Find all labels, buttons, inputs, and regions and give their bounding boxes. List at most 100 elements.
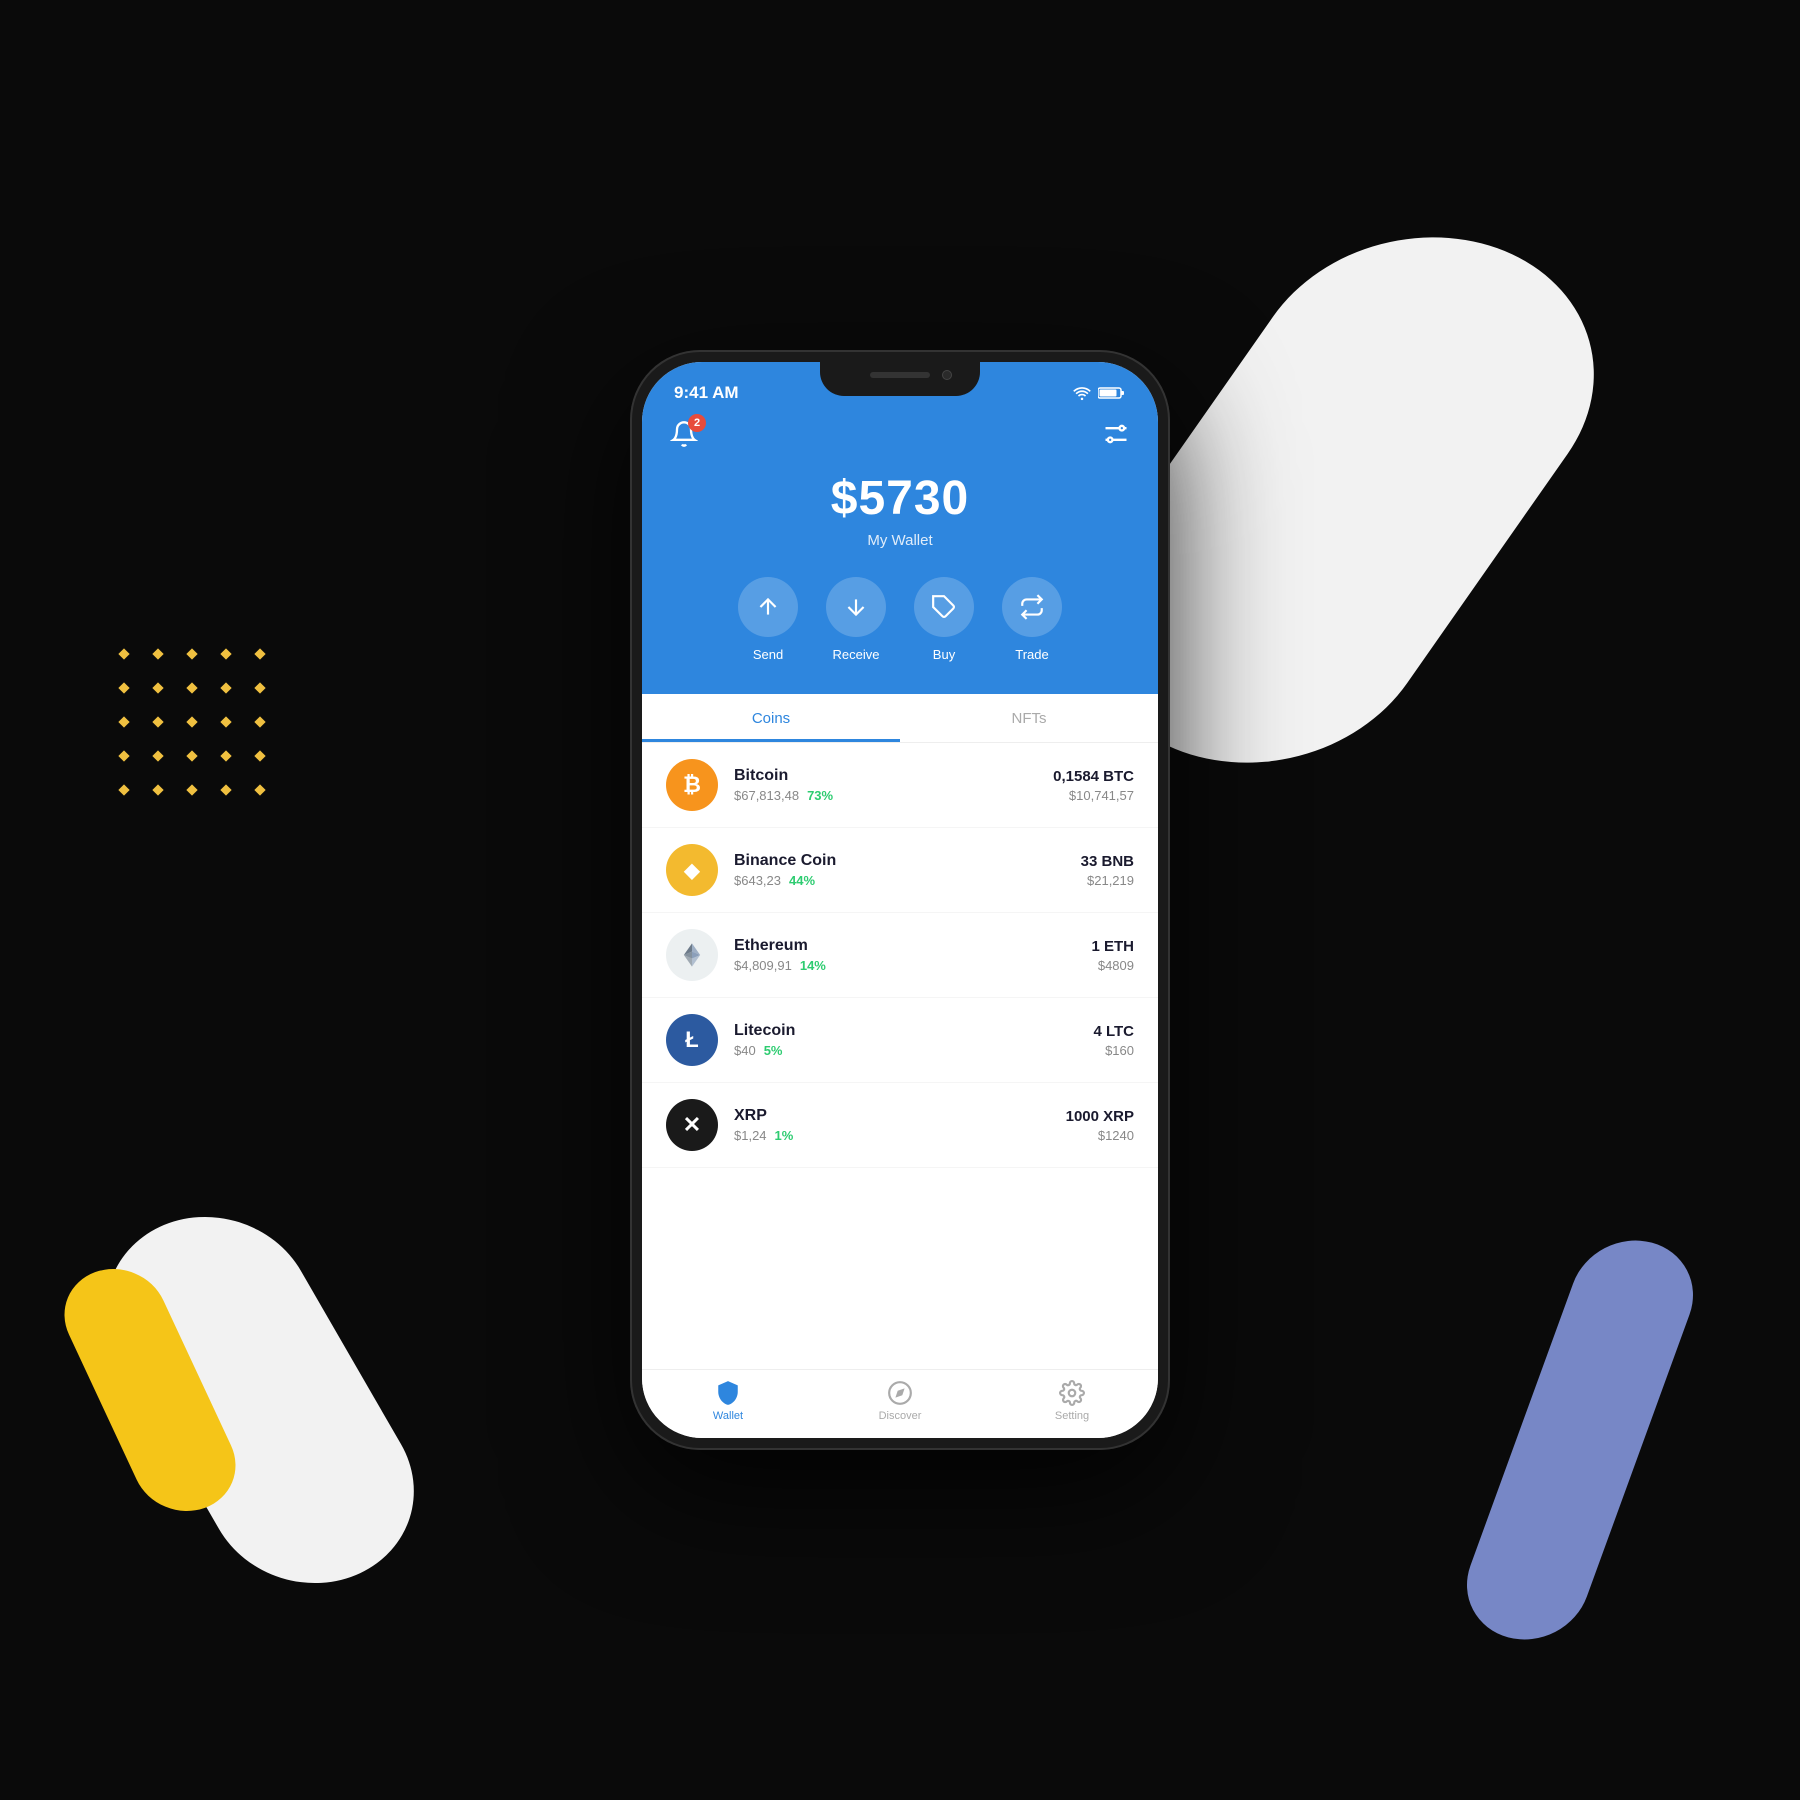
setting-nav-icon [1059,1380,1085,1406]
notch-speaker [870,372,930,378]
setting-nav-label: Setting [1055,1410,1089,1422]
receive-label: Receive [833,647,880,662]
xrp-info: XRP $1,24 1% [734,1107,1066,1143]
settings-button[interactable] [1102,420,1130,453]
ribbon-blue [1450,1227,1710,1653]
coin-item-bnb[interactable]: ◆ Binance Coin $643,23 44% 33 BNB $21,21… [642,828,1158,913]
btc-price-row: $67,813,48 73% [734,788,1053,803]
btc-pct: 73% [807,788,833,803]
xrp-icon: ✕ [666,1099,718,1151]
eth-icon [666,929,718,981]
dot-grid-decoration [120,650,276,806]
trade-icon [1019,594,1045,620]
wifi-icon [1072,385,1092,401]
coin-item-eth[interactable]: Ethereum $4,809,91 14% 1 ETH $4809 [642,913,1158,998]
xrp-balance: 1000 XRP $1240 [1066,1108,1134,1143]
wallet-nav-icon [715,1380,741,1406]
bnb-name: Binance Coin [734,852,1081,870]
nav-wallet[interactable]: Wallet [642,1380,814,1422]
ltc-pct: 5% [764,1043,783,1058]
phone-frame: 9:41 AM 2 [630,350,1170,1450]
bottom-nav: Wallet Discover Setting [642,1369,1158,1438]
btc-icon: ₿ [666,759,718,811]
receive-icon-circle [826,577,886,637]
bnb-price: $643,23 [734,873,781,888]
coin-list: ₿ Bitcoin $67,813,48 73% 0,1584 BTC $10,… [642,743,1158,1369]
send-button[interactable]: Send [738,577,798,662]
coin-item-ltc[interactable]: Ł Litecoin $40 5% 4 LTC $160 [642,998,1158,1083]
eth-info: Ethereum $4,809,91 14% [734,937,1091,973]
buy-icon [931,594,957,620]
header: 2 $5730 My Wallet [642,412,1158,694]
wallet-amount: $5730 [831,471,969,526]
ltc-icon: Ł [666,1014,718,1066]
send-icon-circle [738,577,798,637]
wallet-label: My Wallet [867,532,932,549]
eth-pct: 14% [800,958,826,973]
bnb-amount: 33 BNB [1081,853,1134,870]
ltc-amount: 4 LTC [1093,1023,1134,1040]
nav-setting[interactable]: Setting [986,1380,1158,1422]
eth-balance: 1 ETH $4809 [1091,938,1134,973]
phone-screen: 9:41 AM 2 [642,362,1158,1438]
action-buttons: Send Receive Buy [738,577,1062,662]
status-icons [1072,385,1126,401]
header-top: 2 [670,420,1130,453]
bnb-icon: ◆ [666,844,718,896]
trade-label: Trade [1015,647,1048,662]
ltc-name: Litecoin [734,1022,1093,1040]
xrp-amount: 1000 XRP [1066,1108,1134,1125]
eth-value: $4809 [1091,958,1134,973]
coin-item-xrp[interactable]: ✕ XRP $1,24 1% 1000 XRP $1240 [642,1083,1158,1168]
ltc-value: $160 [1093,1043,1134,1058]
tab-coins[interactable]: Coins [642,694,900,742]
notification-button[interactable]: 2 [670,420,698,453]
bnb-value: $21,219 [1081,873,1134,888]
nav-discover[interactable]: Discover [814,1380,986,1422]
tab-nfts[interactable]: NFTs [900,694,1158,742]
btc-amount: 0,1584 BTC [1053,768,1134,785]
coin-item-btc[interactable]: ₿ Bitcoin $67,813,48 73% 0,1584 BTC $10,… [642,743,1158,828]
receive-icon [843,594,869,620]
btc-info: Bitcoin $67,813,48 73% [734,767,1053,803]
xrp-name: XRP [734,1107,1066,1125]
notification-badge: 2 [688,414,706,432]
receive-button[interactable]: Receive [826,577,886,662]
eth-price: $4,809,91 [734,958,792,973]
trade-icon-circle [1002,577,1062,637]
xrp-price-row: $1,24 1% [734,1128,1066,1143]
trade-button[interactable]: Trade [1002,577,1062,662]
buy-icon-circle [914,577,974,637]
notch [820,362,980,396]
send-label: Send [753,647,783,662]
btc-name: Bitcoin [734,767,1053,785]
wallet-nav-label: Wallet [713,1410,743,1422]
sliders-icon [1102,420,1130,448]
status-time: 9:41 AM [674,383,739,403]
buy-button[interactable]: Buy [914,577,974,662]
discover-nav-icon [887,1380,913,1406]
tabs: Coins NFTs [642,694,1158,743]
ltc-info: Litecoin $40 5% [734,1022,1093,1058]
btc-balance: 0,1584 BTC $10,741,57 [1053,768,1134,803]
eth-price-row: $4,809,91 14% [734,958,1091,973]
ltc-price: $40 [734,1043,756,1058]
bnb-balance: 33 BNB $21,219 [1081,853,1134,888]
eth-name: Ethereum [734,937,1091,955]
bnb-price-row: $643,23 44% [734,873,1081,888]
xrp-value: $1240 [1066,1128,1134,1143]
btc-price: $67,813,48 [734,788,799,803]
ltc-balance: 4 LTC $160 [1093,1023,1134,1058]
xrp-price: $1,24 [734,1128,767,1143]
btc-value: $10,741,57 [1053,788,1134,803]
send-icon [755,594,781,620]
bnb-pct: 44% [789,873,815,888]
eth-amount: 1 ETH [1091,938,1134,955]
buy-label: Buy [933,647,955,662]
battery-icon [1098,385,1126,401]
discover-nav-label: Discover [879,1410,922,1422]
notch-camera [942,370,952,380]
bnb-info: Binance Coin $643,23 44% [734,852,1081,888]
xrp-pct: 1% [775,1128,794,1143]
ltc-price-row: $40 5% [734,1043,1093,1058]
